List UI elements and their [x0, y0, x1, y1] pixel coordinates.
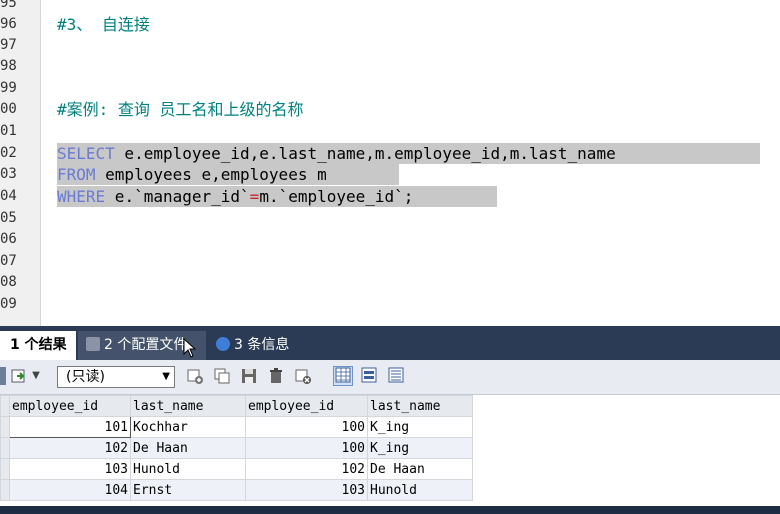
row-marker[interactable]: [0, 416, 10, 438]
table-cell[interactable]: 100: [245, 437, 368, 459]
table-cell[interactable]: 100: [245, 416, 368, 438]
table-header-row: employee_id last_name employee_id last_n…: [0, 395, 473, 417]
row-marker[interactable]: [0, 479, 10, 501]
line-number: 95: [0, 0, 17, 11]
comment-self-join: #3、 自连接: [57, 15, 150, 34]
table-cell[interactable]: 103: [245, 479, 368, 501]
form-view-icon[interactable]: [360, 367, 378, 385]
result-toolbar: ▼ (只读) ▼: [0, 360, 780, 395]
tab-messages[interactable]: 3 条信息: [208, 331, 304, 360]
line-number: 04: [0, 188, 17, 204]
line-number: 96: [0, 16, 17, 32]
table-cell[interactable]: 103: [9, 458, 131, 480]
sql-select-line: SELECT e.employee_id,e.last_name,m.emplo…: [57, 143, 760, 164]
table-cell[interactable]: 104: [9, 479, 131, 501]
where-right: m.`employee_id`;: [259, 187, 414, 206]
table-cell[interactable]: Ernst: [130, 479, 246, 501]
column-header[interactable]: last_name: [367, 395, 473, 417]
export-icon[interactable]: [10, 367, 28, 385]
info-icon: [216, 337, 230, 351]
tab-messages-label: 3 条信息: [234, 337, 290, 353]
profile-icon: [86, 337, 100, 351]
from-keyword: FROM: [57, 165, 96, 184]
sql-from-line: FROM employees e,employees m: [57, 164, 399, 185]
toolbar-edge: [0, 367, 6, 385]
grid-view-icon[interactable]: [333, 366, 353, 386]
sql-where-line: WHERE e.`manager_id`=m.`employee_id`;: [57, 186, 497, 207]
line-number: 03: [0, 166, 17, 182]
mode-select[interactable]: (只读) ▼: [57, 366, 175, 388]
mouse-cursor-icon: [183, 338, 197, 358]
line-number: 00: [0, 101, 17, 117]
line-number-gutter: 95 96 97 98 99 00 01 02 03 04 05 06 07 0…: [0, 0, 41, 326]
line-number: 97: [0, 37, 17, 53]
line-number: 05: [0, 210, 17, 226]
cancel-changes-icon[interactable]: [294, 367, 312, 385]
row-marker[interactable]: [0, 458, 10, 480]
line-number: 07: [0, 253, 17, 269]
column-header[interactable]: last_name: [130, 395, 246, 417]
line-number: 98: [0, 58, 17, 74]
sql-editor[interactable]: 95 96 97 98 99 00 01 02 03 04 05 06 07 0…: [0, 0, 780, 326]
table-cell[interactable]: De Haan: [367, 458, 473, 480]
save-icon[interactable]: [240, 367, 258, 385]
column-header[interactable]: employee_id: [245, 395, 368, 417]
where-keyword: WHERE: [57, 187, 106, 206]
tab-profiles-label: 2 个配置文件: [104, 337, 188, 353]
table-cell[interactable]: 101: [9, 416, 131, 438]
chevron-down-icon[interactable]: ▼: [30, 367, 42, 385]
line-number: 99: [0, 80, 17, 96]
table-row[interactable]: 103 Hunold 102 De Haan: [0, 458, 473, 480]
table-cell[interactable]: De Haan: [130, 437, 246, 459]
table-cell[interactable]: Hunold: [130, 458, 246, 480]
line-number: 02: [0, 145, 17, 161]
result-grid[interactable]: employee_id last_name employee_id last_n…: [0, 395, 780, 514]
line-number: 09: [0, 296, 17, 312]
text-view-icon[interactable]: [387, 367, 405, 385]
from-tables: employees e,employees m: [95, 165, 337, 184]
delete-icon[interactable]: [267, 367, 285, 385]
add-row-icon[interactable]: [186, 367, 204, 385]
table-cell[interactable]: 102: [9, 437, 131, 459]
line-number: 08: [0, 274, 17, 290]
table-cell[interactable]: Kochhar: [130, 416, 246, 438]
table-cell[interactable]: Hunold: [367, 479, 473, 501]
mode-select-value: (只读): [66, 369, 105, 385]
result-tab-bar: 1 个结果 2 个配置文件 3 条信息: [0, 326, 780, 360]
result-table: employee_id last_name employee_id last_n…: [0, 395, 473, 501]
tab-results[interactable]: 1 个结果: [0, 331, 76, 360]
select-keyword: SELECT: [57, 144, 115, 163]
line-number: 01: [0, 123, 17, 139]
table-row[interactable]: 102 De Haan 100 K_ing: [0, 437, 473, 459]
duplicate-row-icon[interactable]: [213, 367, 231, 385]
row-marker-header: [0, 395, 10, 417]
comment-case: #案例: 查询 员工名和上级的名称: [57, 100, 304, 119]
select-columns: e.employee_id,e.last_name,m.employee_id,…: [114, 144, 626, 163]
chevron-down-icon: ▼: [162, 371, 170, 382]
bottom-strip: [0, 506, 780, 514]
line-number: 06: [0, 231, 17, 247]
table-cell[interactable]: K_ing: [367, 437, 473, 459]
table-cell[interactable]: 102: [245, 458, 368, 480]
column-header[interactable]: employee_id: [9, 395, 131, 417]
equals-operator: =: [249, 187, 260, 206]
table-cell[interactable]: K_ing: [367, 416, 473, 438]
tab-results-label: 1 个结果: [10, 337, 67, 353]
table-row[interactable]: 104 Ernst 103 Hunold: [0, 479, 473, 501]
where-left: e.`manager_id`: [105, 187, 250, 206]
table-row[interactable]: 101 Kochhar 100 K_ing: [0, 416, 473, 438]
row-marker[interactable]: [0, 437, 10, 459]
